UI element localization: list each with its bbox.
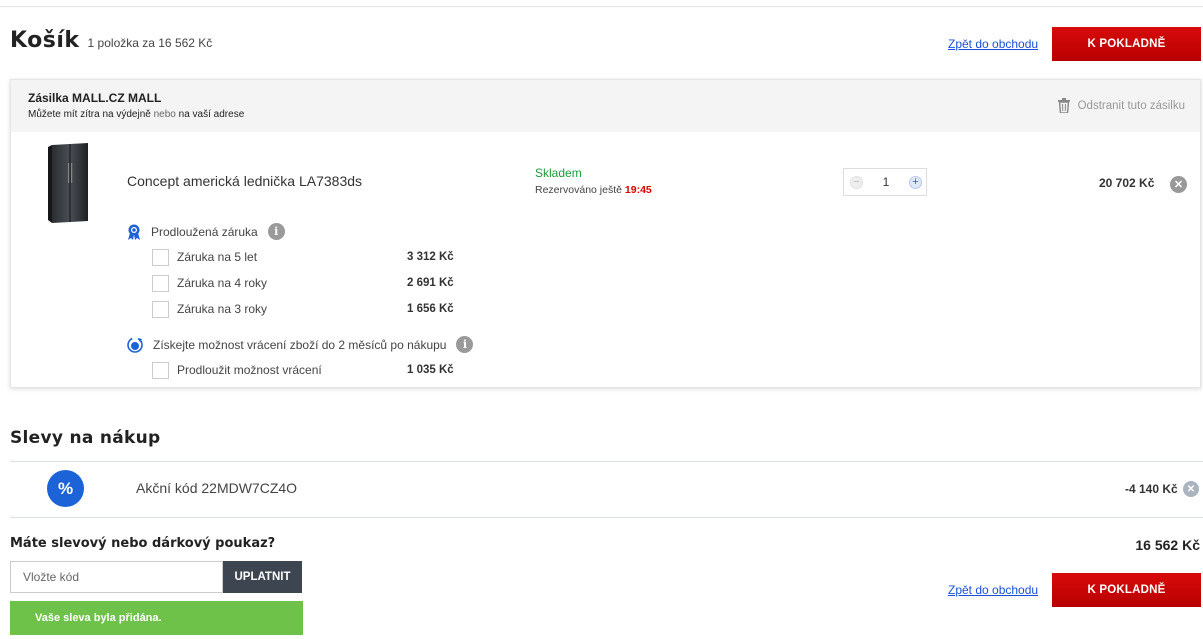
warranty-section-title: Prodloužená záruka i [127, 223, 285, 240]
product-price: 20 702 Kč [1099, 176, 1155, 190]
back-to-shop-link-bottom[interactable]: Zpět do obchodu [948, 583, 1038, 597]
shipment-header: Zásilka MALL.CZ MALL Můžete mít zítra na… [11, 80, 1200, 132]
warranty-option-3y: Záruka na 3 roky 1 656 Kč [152, 299, 472, 319]
warranty-option-4y: Záruka na 4 roky 2 691 Kč [152, 273, 472, 293]
discounts-top-divider [10, 461, 1203, 462]
page-title: Košík [10, 28, 80, 53]
remove-item-button[interactable]: ✕ [1170, 176, 1187, 193]
return-arrow-icon [127, 336, 143, 353]
remove-shipment-button[interactable]: Odstranit tuto zásilku [1057, 98, 1185, 113]
discount-value: -4 140 Kč [1125, 482, 1178, 496]
returns-section-title: Získejte možnost vrácení zboží do 2 měsí… [127, 336, 474, 353]
returns-extend-checkbox[interactable] [152, 361, 169, 379]
cart-header: Košík 1 položka za 16 562 Kč [10, 28, 212, 58]
returns-info-icon[interactable]: i [456, 336, 474, 353]
warranty-info-icon[interactable]: i [267, 223, 285, 240]
reservation-time: 19:45 [624, 184, 652, 196]
shipment-title: Zásilka MALL.CZ MALL [28, 91, 162, 105]
checkout-button-bottom[interactable]: K POKLADNĚ [1052, 573, 1201, 607]
cart-total: 16 562 Kč [1135, 537, 1200, 553]
warranty-5y-checkbox[interactable] [152, 248, 169, 266]
percent-icon: % [47, 470, 84, 507]
decrease-quantity-button[interactable]: − [850, 175, 863, 189]
voucher-code-input[interactable] [10, 561, 223, 593]
remove-discount-button[interactable]: ✕ [1183, 481, 1199, 497]
product-image[interactable] [48, 143, 90, 223]
discount-code: Akční kód 22MDW7CZ4O [136, 480, 298, 496]
stock-status: Skladem [535, 166, 582, 180]
apply-voucher-button[interactable]: UPLATNIT [223, 561, 302, 593]
top-divider [0, 6, 1203, 7]
discounts-bottom-divider [10, 517, 1203, 518]
shipment-card: Zásilka MALL.CZ MALL Můžete mít zítra na… [10, 79, 1201, 388]
ribbon-badge-icon [128, 224, 140, 240]
returns-option: Prodloužit možnost vrácení 1 035 Kč [152, 360, 472, 380]
cart-summary: 1 položka za 16 562 Kč [87, 36, 213, 50]
product-name[interactable]: Concept americká lednička LA7383ds [127, 173, 362, 189]
increase-quantity-button[interactable]: + [909, 175, 922, 189]
back-to-shop-link-top[interactable]: Zpět do obchodu [948, 37, 1038, 51]
warranty-option-5y: Záruka na 5 let 3 312 Kč [152, 247, 472, 267]
checkout-button-top[interactable]: K POKLADNĚ [1052, 27, 1201, 61]
voucher-question: Máte slevový nebo dárkový poukaz? [10, 536, 276, 551]
quantity-stepper: − 1 + [843, 168, 927, 196]
voucher-success-message: Vaše sleva byla přidána. [10, 601, 303, 635]
quantity-value[interactable]: 1 [883, 175, 890, 189]
warranty-4y-checkbox[interactable] [152, 274, 169, 292]
reservation-info: Rezervováno ještě 19:45 [535, 184, 652, 196]
trash-icon [1057, 98, 1070, 113]
shipment-delivery-info: Můžete mít zítra na výdejně nebo na vaší… [28, 109, 245, 120]
discounts-title: Slevy na nákup [10, 428, 161, 448]
warranty-3y-checkbox[interactable] [152, 300, 169, 318]
